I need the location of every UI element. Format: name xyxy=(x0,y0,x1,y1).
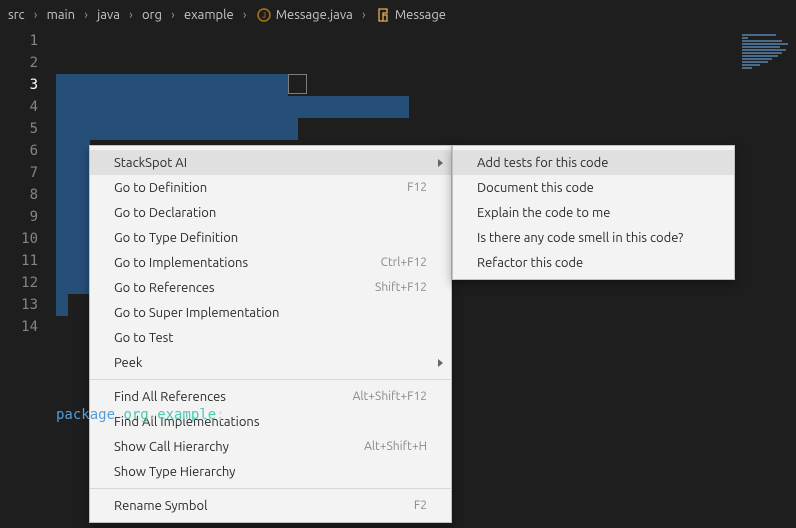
line-number: 4 xyxy=(0,96,38,118)
menu-item-label: Go to Declaration xyxy=(114,206,216,220)
menu-item-shortcut: Shift+F12 xyxy=(375,281,427,294)
line-number: 13 xyxy=(0,294,38,316)
class-symbol-icon xyxy=(375,7,391,23)
line-number: 9 xyxy=(0,206,38,228)
menu-item-label: Document this code xyxy=(477,181,594,195)
java-file-icon: J xyxy=(256,7,272,23)
submenu-arrow-icon xyxy=(438,359,443,367)
menu-item-show-type-hierarchy[interactable]: Show Type Hierarchy xyxy=(90,459,451,484)
breadcrumb-item[interactable]: src xyxy=(8,8,25,22)
chevron-right-icon: › xyxy=(29,8,43,22)
menu-separator xyxy=(90,488,451,489)
menu-item-shortcut: F12 xyxy=(407,181,427,194)
line-number: 7 xyxy=(0,162,38,184)
chevron-right-icon: › xyxy=(79,8,93,22)
menu-item-label: Go to References xyxy=(114,281,215,295)
menu-item-stackspot-ai[interactable]: StackSpot AI xyxy=(90,150,451,175)
breadcrumb-item[interactable]: java xyxy=(97,8,120,22)
menu-item-shortcut: Alt+Shift+F12 xyxy=(353,390,427,403)
menu-item-label: Go to Type Definition xyxy=(114,231,238,245)
breadcrumb-item[interactable]: main xyxy=(47,8,75,22)
menu-item-label: Add tests for this code xyxy=(477,156,608,170)
menu-item-peek[interactable]: Peek xyxy=(90,350,451,375)
menu-item-find-all-references[interactable]: Find All References Alt+Shift+F12 xyxy=(90,384,451,409)
menu-item-label: Go to Implementations xyxy=(114,256,248,270)
chevron-right-icon: › xyxy=(166,8,180,22)
context-submenu: Add tests for this code Document this co… xyxy=(452,145,735,280)
breadcrumb-symbol[interactable]: Message xyxy=(395,8,446,22)
menu-item-go-to-type-definition[interactable]: Go to Type Definition xyxy=(90,225,451,250)
menu-item-label: Rename Symbol xyxy=(114,499,207,513)
menu-item-label: Show Type Hierarchy xyxy=(114,465,235,479)
breadcrumb-item[interactable]: org xyxy=(142,8,162,22)
menu-item-label: Go to Super Implementation xyxy=(114,306,279,320)
line-number: 5 xyxy=(0,118,38,140)
minimap[interactable] xyxy=(736,30,796,230)
line-number: 14 xyxy=(0,316,38,338)
menu-item-label: Go to Definition xyxy=(114,181,207,195)
menu-item-rename-symbol[interactable]: Rename Symbol F2 xyxy=(90,493,451,518)
menu-item-go-to-definition[interactable]: Go to Definition F12 xyxy=(90,175,451,200)
line-number: 3 xyxy=(0,74,38,96)
submenu-item-explain-code[interactable]: Explain the code to me xyxy=(453,200,734,225)
menu-item-go-to-implementations[interactable]: Go to Implementations Ctrl+F12 xyxy=(90,250,451,275)
breadcrumb: src › main › java › org › example › J Me… xyxy=(0,0,796,30)
line-number: 11 xyxy=(0,250,38,272)
submenu-item-refactor[interactable]: Refactor this code xyxy=(453,250,734,275)
breadcrumb-file[interactable]: Message.java xyxy=(276,8,353,22)
line-number: 6 xyxy=(0,140,38,162)
menu-item-label: Is there any code smell in this code? xyxy=(477,231,683,245)
menu-item-label: Go to Test xyxy=(114,331,173,345)
submenu-arrow-icon xyxy=(438,159,443,167)
menu-item-go-to-declaration[interactable]: Go to Declaration xyxy=(90,200,451,225)
menu-item-go-to-references[interactable]: Go to References Shift+F12 xyxy=(90,275,451,300)
line-number: 10 xyxy=(0,228,38,250)
line-number: 8 xyxy=(0,184,38,206)
menu-item-label: Find All References xyxy=(114,390,226,404)
context-menu: StackSpot AI Go to Definition F12 Go to … xyxy=(89,145,452,523)
line-number-gutter: 1 2 3 4 5 6 7 8 9 10 11 12 13 14 xyxy=(0,30,56,528)
line-number: 1 xyxy=(0,30,38,52)
menu-item-go-to-test[interactable]: Go to Test xyxy=(90,325,451,350)
menu-item-go-to-super-implementation[interactable]: Go to Super Implementation xyxy=(90,300,451,325)
menu-item-shortcut: F2 xyxy=(414,499,427,512)
menu-separator xyxy=(90,379,451,380)
chevron-right-icon: › xyxy=(238,8,252,22)
submenu-item-code-smell[interactable]: Is there any code smell in this code? xyxy=(453,225,734,250)
submenu-item-add-tests[interactable]: Add tests for this code xyxy=(453,150,734,175)
menu-item-shortcut: Alt+Shift+H xyxy=(364,440,427,453)
line-number: 2 xyxy=(0,52,38,74)
menu-item-label: Peek xyxy=(114,356,142,370)
chevron-right-icon: › xyxy=(357,8,371,22)
menu-item-label: Explain the code to me xyxy=(477,206,610,220)
svg-text:J: J xyxy=(261,12,266,21)
menu-item-label: Show Call Hierarchy xyxy=(114,440,229,454)
menu-item-label: Refactor this code xyxy=(477,256,583,270)
menu-item-shortcut: Ctrl+F12 xyxy=(381,256,427,269)
menu-item-show-call-hierarchy[interactable]: Show Call Hierarchy Alt+Shift+H xyxy=(90,434,451,459)
menu-item-label: StackSpot AI xyxy=(114,156,187,170)
submenu-item-document-code[interactable]: Document this code xyxy=(453,175,734,200)
line-number: 12 xyxy=(0,272,38,294)
breadcrumb-item[interactable]: example xyxy=(184,8,234,22)
chevron-right-icon: › xyxy=(124,8,138,22)
